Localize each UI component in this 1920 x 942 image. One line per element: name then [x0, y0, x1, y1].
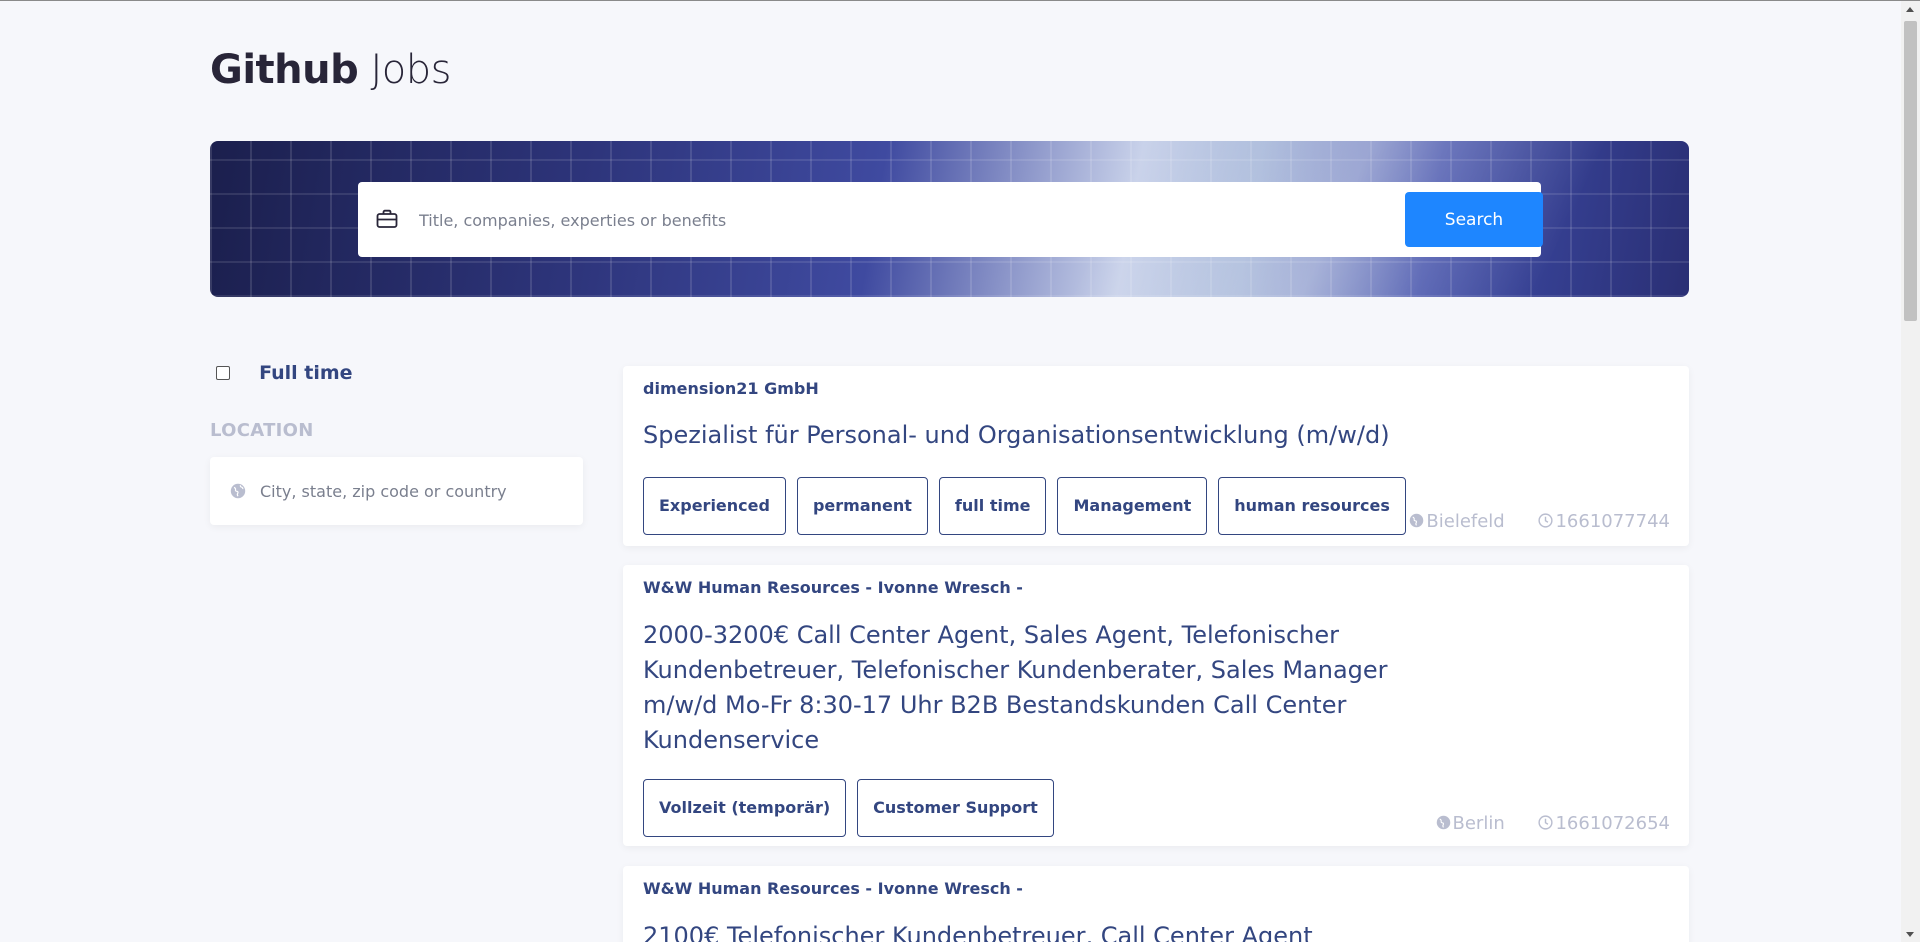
scroll-down-arrow[interactable] — [1906, 932, 1914, 937]
scroll-up-arrow[interactable] — [1906, 7, 1914, 12]
job-title[interactable]: Spezialist für Personal- und Organisatio… — [643, 418, 1403, 453]
job-tag: Experienced — [643, 477, 786, 535]
job-meta: Bielefeld 1661077744 — [1381, 511, 1670, 532]
job-tag: full time — [938, 477, 1047, 535]
job-location-text: Berlin — [1452, 813, 1505, 834]
logo-bold: Github — [210, 47, 359, 93]
location-input[interactable] — [260, 471, 560, 511]
job-tag: permanent — [796, 477, 928, 535]
scrollbar-thumb[interactable] — [1904, 21, 1917, 321]
job-time: 1661072654 — [1538, 813, 1670, 834]
logo-light: Jobs — [370, 47, 451, 93]
job-company: dimension21 GmbH — [643, 379, 819, 398]
job-tag: Customer Support — [857, 779, 1054, 837]
job-location: Bielefeld — [1409, 511, 1505, 532]
job-tag: human resources — [1218, 477, 1406, 535]
clock-icon — [1538, 513, 1554, 528]
job-tag: Vollzeit (temporär) — [643, 779, 847, 837]
search-button[interactable]: Search — [1405, 192, 1543, 247]
globe-icon — [1410, 513, 1424, 528]
job-time-text: 1661077744 — [1555, 511, 1670, 532]
job-tags: Vollzeit (temporär) Customer Support — [643, 779, 1065, 837]
job-location: Berlin — [1436, 813, 1505, 834]
job-company: W&W Human Resources - Ivonne Wresch - — [643, 578, 1023, 597]
app-logo[interactable]: Github Jobs — [210, 47, 451, 93]
full-time-checkbox[interactable] — [216, 366, 230, 380]
job-tag: Management — [1057, 477, 1208, 535]
clock-icon — [1538, 815, 1554, 830]
full-time-label[interactable]: Full time — [259, 362, 352, 384]
location-search — [210, 457, 583, 525]
job-company: W&W Human Resources - Ivonne Wresch - — [643, 879, 1023, 898]
search-bar: Search — [358, 182, 1543, 257]
job-location-text: Bielefeld — [1426, 511, 1505, 532]
page-scrollbar[interactable] — [1901, 1, 1920, 942]
search-input[interactable] — [419, 200, 1319, 240]
briefcase-icon — [376, 209, 398, 228]
job-card[interactable]: dimension21 GmbH Spezialist für Personal… — [623, 366, 1689, 546]
job-meta: Berlin 1661072654 — [1408, 813, 1670, 834]
job-time: 1661077744 — [1538, 511, 1670, 532]
globe-icon — [230, 483, 246, 499]
job-title[interactable]: 2100€ Telefonischer Kundenbetreuer, Call… — [643, 919, 1543, 942]
globe-icon — [1436, 815, 1450, 830]
job-time-text: 1661072654 — [1555, 813, 1670, 834]
hero-banner: Search — [210, 141, 1689, 297]
job-card[interactable]: W&W Human Resources - Ivonne Wresch - 21… — [623, 866, 1689, 942]
job-tags: Experienced permanent full time Management h… — [643, 477, 1417, 535]
job-card[interactable]: W&W Human Resources - Ivonne Wresch - 20… — [623, 565, 1689, 846]
job-title[interactable]: 2000-3200€ Call Center Agent, Sales Agen… — [643, 618, 1403, 758]
full-time-filter[interactable]: Full time — [216, 362, 353, 384]
location-title: LOCATION — [210, 420, 314, 441]
